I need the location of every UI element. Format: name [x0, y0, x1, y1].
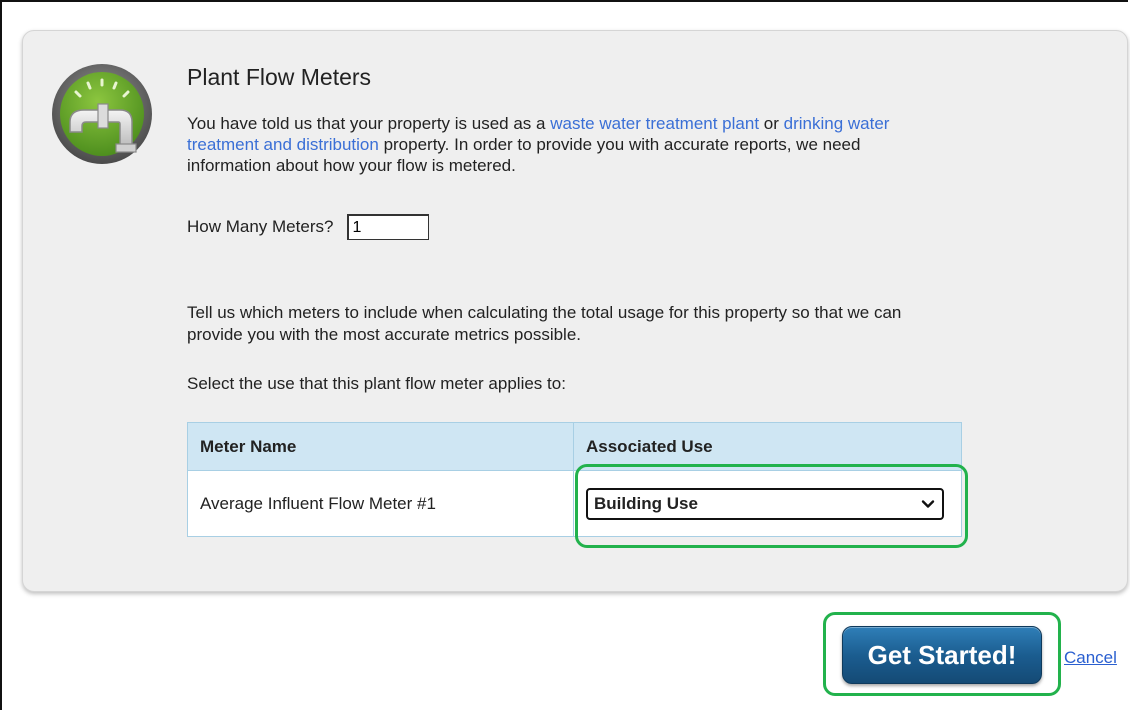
meter-count-input[interactable]: [347, 214, 430, 240]
table-row: Average Influent Flow Meter #1 Building …: [187, 470, 962, 537]
waste-water-treatment-plant-link[interactable]: waste water treatment plant: [550, 114, 759, 133]
meter-name-header: Meter Name: [187, 422, 574, 471]
get-started-button[interactable]: Get Started!: [842, 626, 1042, 684]
intro-text: You have told us that your property is u…: [187, 113, 947, 176]
meter-count-row: How Many Meters?: [187, 214, 430, 240]
associated-use-value: Building Use: [594, 493, 698, 513]
select-use-label: Select the use that this plant flow mete…: [187, 374, 566, 393]
intro-text-part: You have told us that your property is u…: [187, 114, 551, 133]
meter-count-label: How Many Meters?: [187, 217, 334, 236]
page-title: Plant Flow Meters: [187, 64, 372, 90]
meters-instructions: Tell us which meters to include when cal…: [187, 303, 902, 344]
table-header-row: Meter Name Associated Use: [187, 422, 962, 471]
associated-use-select[interactable]: Building Use: [586, 487, 944, 520]
meter-name-cell: Average Influent Flow Meter #1: [187, 470, 574, 537]
associated-use-cell: Building Use: [573, 470, 962, 537]
cancel-link[interactable]: Cancel: [1064, 648, 1117, 668]
chevron-down-icon: [921, 499, 935, 508]
pipe-gauge-icon: [50, 62, 154, 166]
associated-use-header: Associated Use: [573, 422, 962, 471]
meter-table: Meter Name Associated Use Average Influe…: [187, 422, 962, 537]
intro-text-part: or: [759, 114, 784, 133]
